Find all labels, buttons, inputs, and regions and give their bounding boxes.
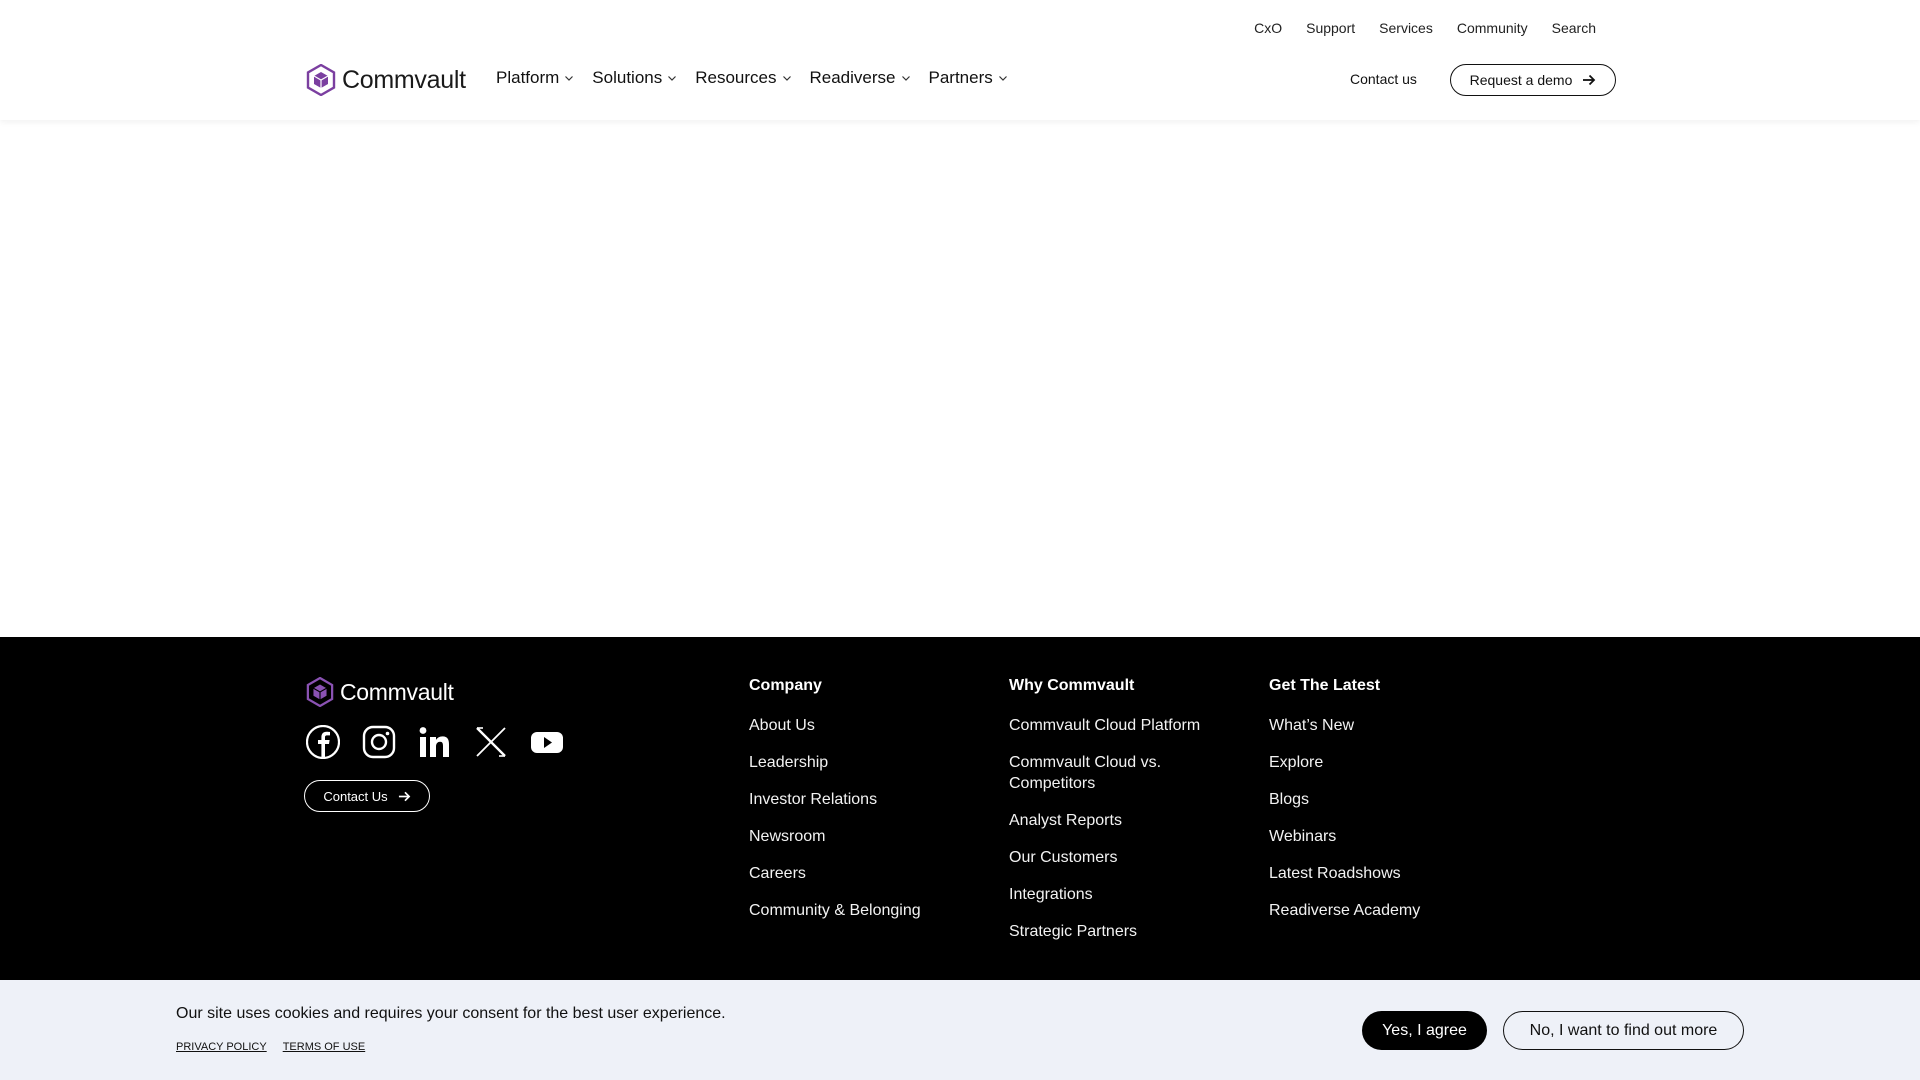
nav-item-label: Resources <box>695 68 777 87</box>
utility-link-community[interactable]: Community <box>1457 20 1528 36</box>
nav-item-platform[interactable]: Platform <box>496 68 574 88</box>
nav-item-label: Platform <box>496 68 560 87</box>
footer-column-why-commvault: Why Commvault Commvault Cloud Platform C… <box>1009 677 1239 958</box>
footer-column-title: Company <box>749 677 822 694</box>
footer-logo[interactable]: Commvault <box>306 677 454 707</box>
terms-of-use-link[interactable]: TERMS OF USE <box>283 1041 366 1053</box>
nav-item-label: Partners <box>928 68 993 87</box>
nav-item-resources[interactable]: Resources <box>695 68 791 88</box>
commvault-cube-icon <box>306 677 334 707</box>
arrow-right-icon <box>398 791 410 801</box>
utility-link-cxo[interactable]: CxO <box>1254 20 1282 36</box>
footer-logo-text: Commvault <box>340 678 454 705</box>
footer-contact-label: Contact Us <box>323 788 388 804</box>
chevron-down-icon <box>565 76 574 81</box>
footer-link[interactable]: Strategic Partners <box>1009 921 1239 942</box>
footer-column-get-the-latest: Get The Latest What’s New Explore Blogs … <box>1269 677 1499 937</box>
arrow-right-icon <box>1583 74 1596 86</box>
footer-link[interactable]: Blogs <box>1269 789 1499 810</box>
footer-column-company: Company About Us Leadership Investor Rel… <box>749 677 969 937</box>
footer-column-title: Get The Latest <box>1269 677 1381 694</box>
footer-link[interactable]: Latest Roadshows <box>1269 863 1499 884</box>
footer-link[interactable]: Community & Belonging <box>749 900 969 921</box>
header-logo-text: Commvault <box>342 65 466 94</box>
site-header: CxO Support Services Community Search Co… <box>0 0 1920 120</box>
facebook-icon[interactable] <box>306 725 340 759</box>
footer-link[interactable]: What’s New <box>1269 715 1499 736</box>
request-demo-label: Request a demo <box>1469 72 1573 88</box>
cookie-agree-button[interactable]: Yes, I agree <box>1362 1011 1487 1050</box>
footer-link[interactable]: Leadership <box>749 752 969 773</box>
chevron-down-icon <box>998 76 1007 81</box>
cookie-links: PRIVACY POLICY TERMS OF USE <box>176 1041 365 1053</box>
footer-link[interactable]: Newsroom <box>749 826 969 847</box>
chevron-down-icon <box>901 76 910 81</box>
header-logo[interactable]: Commvault <box>306 64 466 96</box>
instagram-icon[interactable] <box>362 725 396 759</box>
utility-link-search[interactable]: Search <box>1552 20 1596 36</box>
footer-link[interactable]: Commvault Cloud Platform <box>1009 715 1239 736</box>
cookie-message: Our site uses cookies and requires your … <box>176 1005 726 1022</box>
youtube-icon[interactable] <box>530 725 564 759</box>
x-icon[interactable] <box>474 725 508 759</box>
footer-column-title: Why Commvault <box>1009 677 1135 694</box>
footer-link[interactable]: Webinars <box>1269 826 1499 847</box>
footer-link[interactable]: Explore <box>1269 752 1499 773</box>
chevron-down-icon <box>782 76 791 81</box>
footer-link[interactable]: Integrations <box>1009 884 1239 905</box>
footer-link[interactable]: Commvault Cloud vs. Competitors <box>1009 752 1239 794</box>
social-links <box>306 725 564 759</box>
footer-link[interactable]: Our Customers <box>1009 847 1239 868</box>
cookie-consent-bar: Our site uses cookies and requires your … <box>0 980 1920 1080</box>
cookie-find-out-more-button[interactable]: No, I want to find out more <box>1503 1011 1744 1050</box>
contact-us-link[interactable]: Contact us <box>1350 71 1417 87</box>
footer-link[interactable]: Analyst Reports <box>1009 810 1239 831</box>
commvault-cube-icon <box>306 64 336 96</box>
footer-link[interactable]: Investor Relations <box>749 789 969 810</box>
footer-link[interactable]: Careers <box>749 863 969 884</box>
privacy-policy-link[interactable]: PRIVACY POLICY <box>176 1041 267 1053</box>
utility-nav: CxO Support Services Community Search <box>1254 20 1596 36</box>
nav-item-solutions[interactable]: Solutions <box>592 68 677 88</box>
request-demo-button[interactable]: Request a demo <box>1450 64 1616 96</box>
chevron-down-icon <box>668 76 677 81</box>
nav-item-partners[interactable]: Partners <box>929 68 1008 88</box>
utility-link-services[interactable]: Services <box>1379 20 1433 36</box>
nav-item-label: Solutions <box>592 68 663 87</box>
footer-link[interactable]: Readiverse Academy <box>1269 900 1499 921</box>
linkedin-icon[interactable] <box>418 725 452 759</box>
footer-contact-button[interactable]: Contact Us <box>304 780 430 812</box>
footer-link[interactable]: About Us <box>749 715 969 736</box>
nav-item-label: Readiverse <box>809 68 896 87</box>
main-nav: Platform Solutions Resources Readiverse … <box>496 68 1008 88</box>
nav-item-readiverse[interactable]: Readiverse <box>810 68 911 88</box>
utility-link-support[interactable]: Support <box>1306 20 1355 36</box>
